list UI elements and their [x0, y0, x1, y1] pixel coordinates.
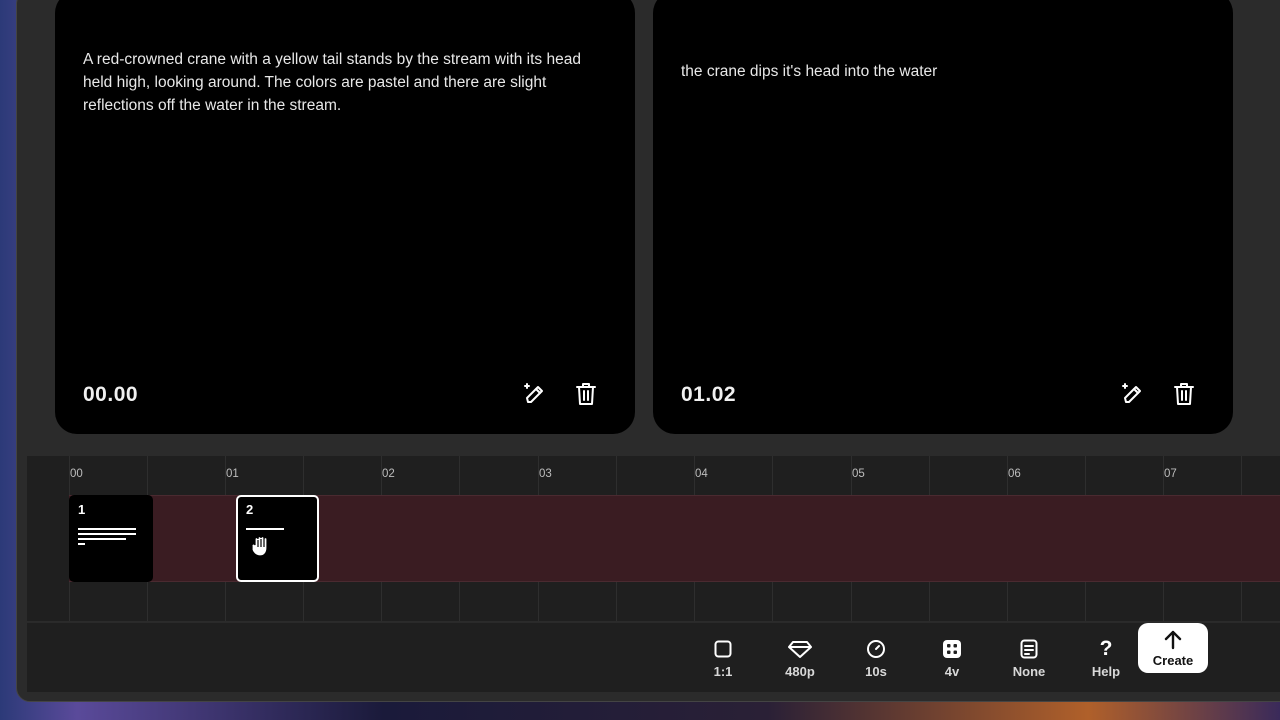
card-timestamp: 01.02 [681, 383, 737, 406]
help-glyph: ? [1099, 636, 1113, 660]
square-icon [714, 638, 732, 660]
text-lines-icon [78, 538, 126, 540]
storyboard-card-2[interactable]: the crane dips it's head into the water … [653, 0, 1233, 434]
magic-pen-icon[interactable] [522, 381, 548, 407]
timeline-clip-2[interactable]: 2 [236, 495, 319, 582]
trash-icon[interactable] [1171, 381, 1197, 407]
text-lines-icon [78, 533, 136, 535]
magic-pen-icon[interactable] [1120, 381, 1146, 407]
timeline-tick: 01 [226, 468, 239, 480]
timeline-tick: 07 [1164, 468, 1177, 480]
duration-label: 10s [865, 663, 887, 679]
clip-number: 2 [246, 502, 254, 517]
style-preset-button[interactable]: None [994, 623, 1064, 693]
timeline-clip-1[interactable]: 1 [69, 495, 153, 582]
variations-button[interactable]: 4v [917, 623, 987, 693]
storyboard-card-1[interactable]: A red-crowned crane with a yellow tail s… [55, 0, 635, 434]
timeline-tick: 03 [539, 468, 552, 480]
grab-hand-cursor-icon [250, 533, 276, 562]
arrow-up-icon [1164, 629, 1182, 651]
app-window: A red-crowned crane with a yellow tail s… [16, 0, 1280, 702]
style-preset-label: None [1012, 663, 1046, 679]
trash-icon[interactable] [573, 381, 599, 407]
diamond-icon [788, 638, 812, 660]
timeline[interactable]: 00 01 02 03 04 05 06 07 1 2 [27, 456, 1280, 621]
timeline-tick: 05 [852, 468, 865, 480]
text-lines-icon [78, 528, 136, 530]
preset-document-icon [1020, 638, 1038, 660]
variations-label: 4v [944, 663, 960, 679]
text-lines-icon [246, 528, 284, 530]
timeline-tick: 00 [70, 468, 83, 480]
clock-gauge-icon [866, 638, 886, 660]
help-label: Help [1091, 663, 1121, 679]
card-timestamp: 00.00 [83, 383, 139, 406]
grid-icon [942, 638, 962, 660]
create-label: Create [1152, 652, 1194, 668]
timeline-tick: 06 [1008, 468, 1021, 480]
timeline-tick: 02 [382, 468, 395, 480]
card-prompt-text[interactable]: the crane dips it's head into the water [681, 60, 1201, 83]
quality-label: 480p [785, 663, 815, 679]
duration-button[interactable]: 10s [841, 623, 911, 693]
create-button[interactable]: Create [1138, 623, 1208, 673]
aspect-ratio-button[interactable]: 1:1 [688, 623, 758, 693]
question-mark-icon: ? [1099, 636, 1113, 660]
card-prompt-text[interactable]: A red-crowned crane with a yellow tail s… [83, 48, 603, 117]
help-button[interactable]: ? Help [1071, 623, 1141, 693]
text-lines-icon [78, 543, 85, 545]
bottom-toolbar: 1:1 480p 10s 4v None ? Help Create [27, 622, 1280, 692]
timeline-tick: 04 [695, 468, 708, 480]
quality-button[interactable]: 480p [765, 623, 835, 693]
clip-number: 1 [78, 502, 86, 517]
aspect-ratio-label: 1:1 [713, 663, 733, 679]
